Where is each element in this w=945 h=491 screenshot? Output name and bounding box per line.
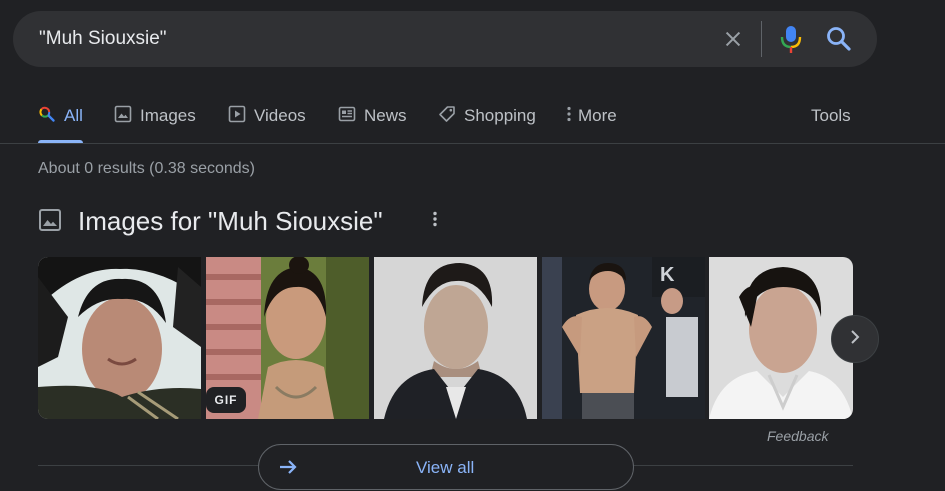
- tab-shopping[interactable]: Shopping: [438, 90, 536, 142]
- search-divider: [761, 21, 762, 57]
- image-carousel: K: [38, 257, 853, 419]
- svg-text:K: K: [660, 264, 675, 286]
- tab-more[interactable]: More: [566, 90, 617, 142]
- tab-shopping-label: Shopping: [464, 106, 536, 125]
- play-icon: [228, 105, 246, 128]
- gif-badge: GIF: [206, 387, 246, 413]
- search-icon: [38, 105, 56, 128]
- close-icon[interactable]: [719, 25, 747, 53]
- arrow-right-icon: [277, 456, 299, 483]
- image-thumbnail[interactable]: [374, 257, 537, 419]
- search-tabs: All Images Videos News Shopping More Too…: [0, 90, 945, 144]
- tab-all-label: All: [64, 106, 83, 125]
- images-section-header: Images for "Muh Siouxsie": [38, 204, 437, 238]
- tab-videos-label: Videos: [254, 106, 306, 125]
- tabs-divider: [0, 143, 945, 144]
- tools-label: Tools: [811, 106, 851, 125]
- tab-all[interactable]: All: [38, 90, 83, 142]
- tools-button[interactable]: Tools: [811, 90, 851, 142]
- kebab-icon[interactable]: [432, 210, 438, 233]
- kebab-icon: [566, 105, 572, 128]
- view-all-label: View all: [416, 458, 475, 477]
- tab-news-label: News: [364, 106, 407, 125]
- image-thumbnail[interactable]: K: [542, 257, 705, 419]
- mic-icon[interactable]: [779, 24, 803, 59]
- chevron-right-icon: [848, 328, 862, 351]
- search-query[interactable]: "Muh Siouxsie": [39, 28, 167, 50]
- search-bar[interactable]: "Muh Siouxsie": [13, 11, 877, 67]
- news-icon: [338, 105, 356, 128]
- carousel-next-button[interactable]: [831, 315, 879, 363]
- tab-news[interactable]: News: [338, 90, 407, 142]
- images-section-title[interactable]: Images for "Muh Siouxsie": [78, 206, 383, 237]
- tab-more-label: More: [578, 106, 617, 125]
- image-icon: [114, 105, 132, 128]
- view-all-button[interactable]: View all: [258, 444, 634, 490]
- image-icon: [38, 205, 62, 237]
- search-icon[interactable]: [825, 25, 853, 58]
- tab-images-label: Images: [140, 106, 196, 125]
- image-thumbnail[interactable]: [38, 257, 201, 419]
- feedback-link[interactable]: Feedback: [767, 428, 828, 444]
- result-stats: About 0 results (0.38 seconds): [38, 160, 256, 177]
- tag-icon: [438, 105, 456, 128]
- tab-images[interactable]: Images: [114, 90, 196, 142]
- tab-videos[interactable]: Videos: [228, 90, 306, 142]
